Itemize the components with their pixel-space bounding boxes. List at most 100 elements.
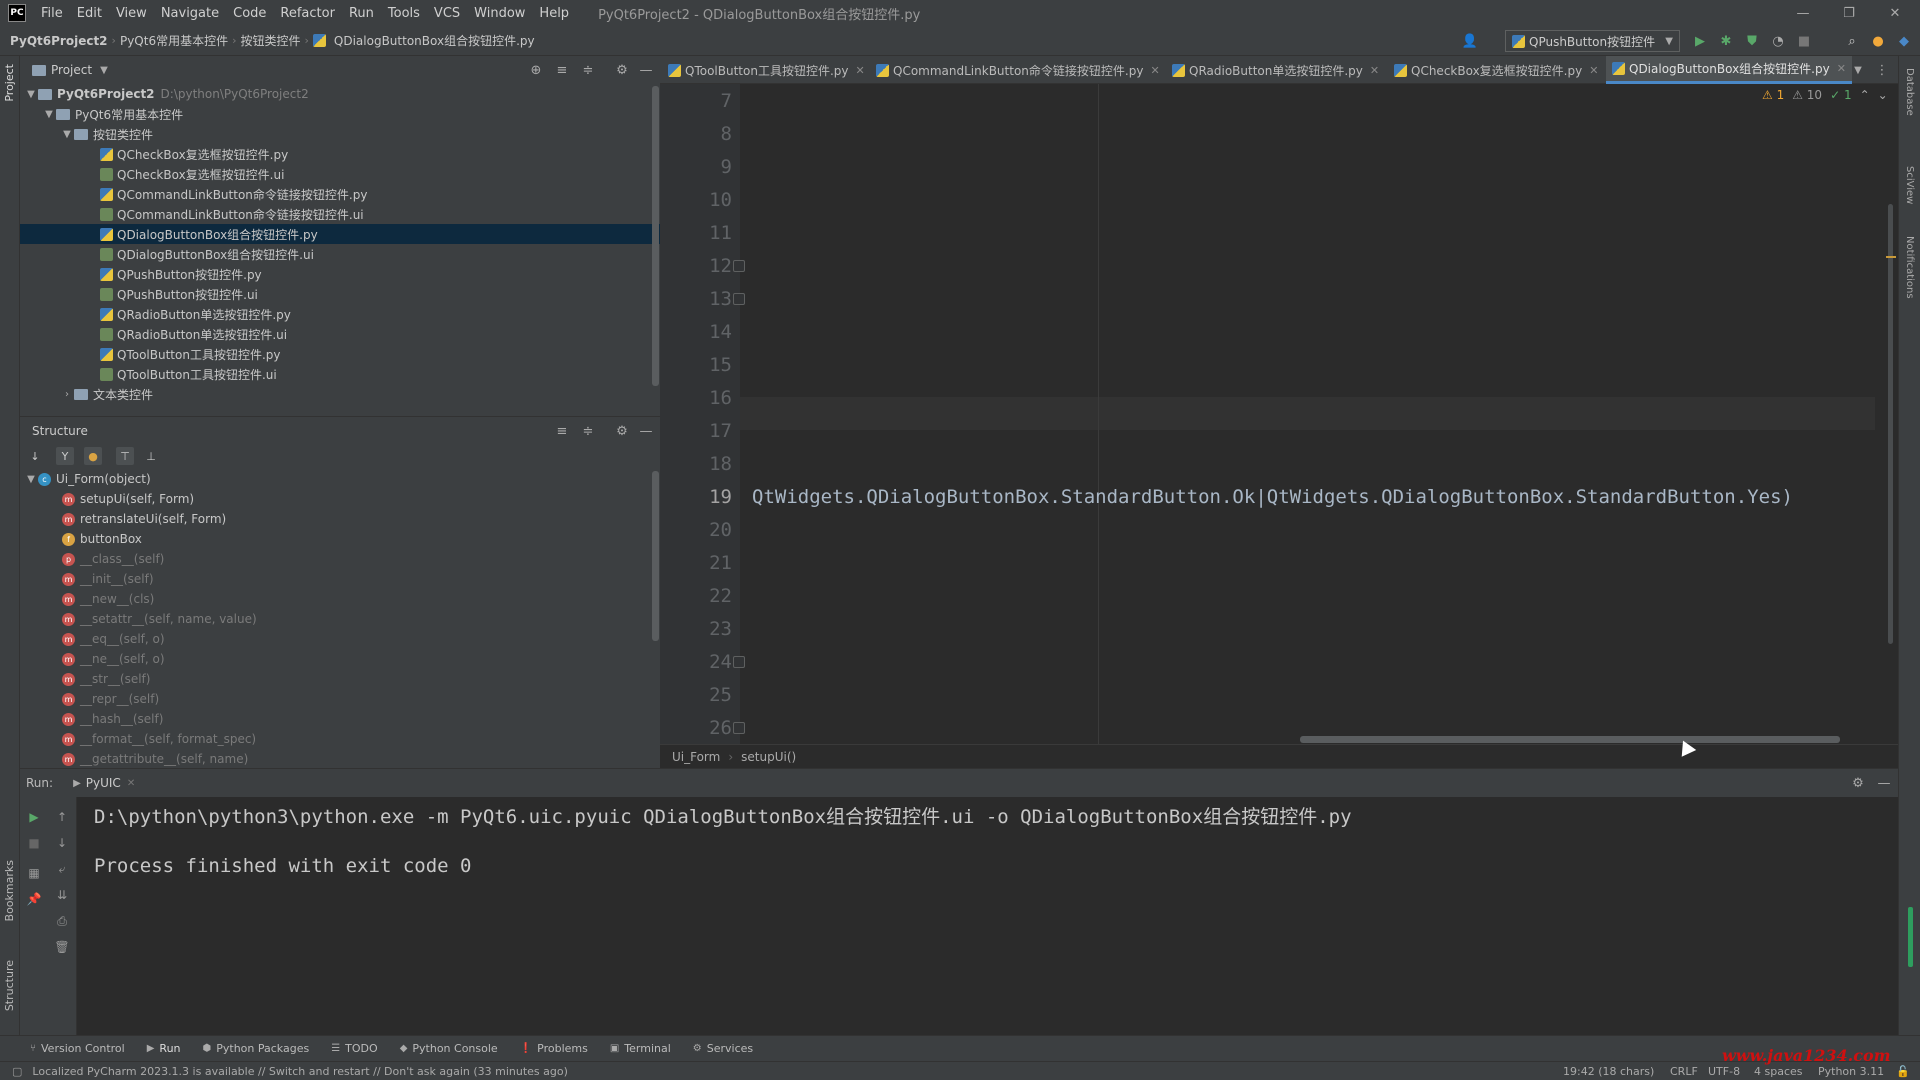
nav-crumb-project[interactable]: PyQt6Project2 bbox=[6, 34, 112, 48]
close-icon[interactable]: ✕ bbox=[1872, 0, 1918, 26]
gear-icon[interactable]: ⚙ bbox=[1850, 775, 1866, 791]
menu-window[interactable]: Window bbox=[467, 6, 532, 21]
debug-icon[interactable]: ✱ bbox=[1718, 33, 1734, 49]
caret-position[interactable]: 19:42 (18 chars) bbox=[1563, 1062, 1654, 1080]
fold-marker-icon[interactable] bbox=[733, 722, 745, 734]
hide-icon[interactable]: — bbox=[1876, 775, 1892, 791]
tree-file[interactable]: QToolButton工具按钮控件.ui bbox=[100, 364, 277, 384]
breadcrumb-method[interactable]: setupUi() bbox=[741, 750, 796, 764]
menu-view[interactable]: View bbox=[109, 6, 154, 21]
project-panel-title[interactable]: Project bbox=[51, 63, 92, 77]
python-console-tool[interactable]: ◆ Python Console bbox=[400, 1042, 498, 1055]
show-fields-icon[interactable]: ● bbox=[84, 447, 102, 465]
hide-icon[interactable]: — bbox=[638, 423, 654, 439]
code-editor[interactable]: 7 8 9 10 11 12 13 14 15 16 17 18 19 20 2… bbox=[660, 84, 1898, 744]
chevron-down-icon[interactable]: ▼ bbox=[1850, 62, 1866, 78]
run-icon[interactable]: ▶ bbox=[1692, 33, 1708, 49]
console-scrollbar[interactable] bbox=[1908, 907, 1913, 967]
tree-node-folder-collapsed[interactable]: › 文本类控件 bbox=[60, 384, 153, 404]
chevron-down-icon[interactable]: ▼ bbox=[60, 129, 74, 140]
tree-file[interactable]: QCheckBox复选框按钮控件.py bbox=[100, 144, 288, 164]
structure-member[interactable]: m __setattr__(self, name, value) bbox=[62, 609, 257, 629]
print-icon[interactable]: ⎙ bbox=[54, 913, 70, 929]
menu-code[interactable]: Code bbox=[226, 6, 273, 21]
show-inherited-icon[interactable]: Y bbox=[56, 447, 74, 465]
hide-icon[interactable]: — bbox=[638, 62, 654, 78]
status-message[interactable]: Localized PyCharm 2023.1.3 is available … bbox=[32, 1065, 568, 1078]
chevron-down-icon[interactable]: ⌄ bbox=[1878, 88, 1888, 102]
tree-node-folder[interactable]: ▼ PyQt6常用基本控件 bbox=[42, 104, 183, 124]
filter-icon[interactable]: ⊤ bbox=[116, 447, 134, 465]
database-tool-button[interactable]: Database bbox=[1904, 68, 1915, 116]
bookmarks-tool-button[interactable]: Bookmarks bbox=[3, 860, 16, 921]
minimize-icon[interactable]: — bbox=[1780, 0, 1826, 26]
menu-vcs[interactable]: VCS bbox=[427, 6, 467, 21]
structure-member[interactable]: m __new__(cls) bbox=[62, 589, 154, 609]
nav-crumb-subfolder[interactable]: 按钮类控件 bbox=[236, 32, 304, 49]
terminal-tool[interactable]: ▣ Terminal bbox=[610, 1042, 671, 1055]
menu-file[interactable]: File bbox=[34, 6, 70, 21]
editor-tab[interactable]: QCommandLinkButton命令链接按钮控件.py ✕ bbox=[870, 56, 1166, 84]
tree-node-subfolder[interactable]: ▼ 按钮类控件 bbox=[60, 124, 153, 144]
menu-refactor[interactable]: Refactor bbox=[273, 6, 342, 21]
fold-marker-icon[interactable] bbox=[733, 293, 745, 305]
tree-file-selected[interactable]: QDialogButtonBox组合按钮控件.py bbox=[20, 224, 660, 244]
structure-member[interactable]: m retranslateUi(self, Form) bbox=[62, 509, 226, 529]
structure-member[interactable]: m __format__(self, format_spec) bbox=[62, 729, 256, 749]
menu-help[interactable]: Help bbox=[532, 6, 576, 21]
editor-scrollbar[interactable] bbox=[1888, 204, 1893, 644]
locate-icon[interactable]: ⊕ bbox=[528, 62, 544, 78]
chevron-right-icon[interactable]: › bbox=[60, 389, 74, 400]
run-tab[interactable]: PyUIC bbox=[86, 776, 121, 790]
structure-member[interactable]: m __getattribute__(self, name) bbox=[62, 749, 248, 769]
run-tool[interactable]: ▶ Run bbox=[147, 1042, 181, 1055]
structure-member[interactable]: m __eq__(self, o) bbox=[62, 629, 165, 649]
run-configuration-select[interactable]: QPushButton按钮控件 ▼ bbox=[1505, 30, 1680, 52]
tree-file[interactable]: QCommandLinkButton命令链接按钮控件.ui bbox=[100, 204, 364, 224]
menu-edit[interactable]: Edit bbox=[70, 6, 109, 21]
close-tab-icon[interactable]: ✕ bbox=[855, 64, 864, 77]
chevron-down-icon[interactable]: ▼ bbox=[100, 65, 108, 76]
fold-marker-icon[interactable] bbox=[733, 656, 745, 668]
structure-member[interactable]: m __init__(self) bbox=[62, 569, 154, 589]
scroll-to-end-icon[interactable]: ⇊ bbox=[54, 887, 70, 903]
structure-member[interactable]: m __ne__(self, o) bbox=[62, 649, 165, 669]
sciview-tool-button[interactable]: SciView bbox=[1904, 166, 1915, 204]
tree-file[interactable]: QCheckBox复选框按钮控件.ui bbox=[100, 164, 284, 184]
structure-member[interactable]: f buttonBox bbox=[62, 529, 142, 549]
menu-navigate[interactable]: Navigate bbox=[154, 6, 226, 21]
editor-gutter[interactable]: 7 8 9 10 11 12 13 14 15 16 17 18 19 20 2… bbox=[660, 84, 745, 744]
fold-marker-icon[interactable] bbox=[733, 260, 745, 272]
nav-crumb-file[interactable]: QDialogButtonBox组合按钮控件.py bbox=[330, 32, 539, 49]
gear-icon[interactable]: ⚙ bbox=[614, 62, 630, 78]
user-icon[interactable]: 👤 bbox=[1462, 33, 1478, 49]
tree-file[interactable]: QRadioButton单选按钮控件.py bbox=[100, 304, 291, 324]
close-tab-icon[interactable]: ✕ bbox=[1837, 62, 1846, 75]
tree-file[interactable]: QRadioButton单选按钮控件.ui bbox=[100, 324, 287, 344]
todo-tool[interactable]: ☰ TODO bbox=[331, 1042, 377, 1055]
chevron-down-icon[interactable]: ▼ bbox=[24, 89, 38, 100]
editor-tab[interactable]: QRadioButton单选按钮控件.py ✕ bbox=[1166, 56, 1385, 84]
coverage-icon[interactable]: ⛊ bbox=[1744, 33, 1760, 49]
menu-run[interactable]: Run bbox=[342, 6, 381, 21]
error-stripe-mark[interactable] bbox=[1886, 256, 1896, 258]
tree-file[interactable]: QDialogButtonBox组合按钮控件.ui bbox=[100, 244, 314, 264]
project-tool-button[interactable]: Project bbox=[3, 64, 16, 102]
stop-icon[interactable]: ■ bbox=[1796, 33, 1812, 49]
inspection-widget[interactable]: ⚠ 1 ⚠ 10 ✓ 1 ⌃ ⌄ bbox=[1762, 88, 1888, 102]
status-square-icon[interactable]: ▢ bbox=[12, 1065, 22, 1078]
soft-wrap-icon[interactable]: ⤶ bbox=[54, 861, 70, 877]
stop-icon[interactable]: ■ bbox=[26, 835, 42, 851]
expand-all-icon[interactable]: ≡ bbox=[554, 62, 570, 78]
notifications-tool-button[interactable]: Notifications bbox=[1904, 236, 1915, 299]
expand-all-icon[interactable]: ≡ bbox=[554, 423, 570, 439]
restore-icon[interactable]: ❐ bbox=[1826, 0, 1872, 26]
layout-icon[interactable]: ▦ bbox=[26, 865, 42, 881]
down-icon[interactable]: ↓ bbox=[54, 835, 70, 851]
tree-file[interactable]: QToolButton工具按钮控件.py bbox=[100, 344, 280, 364]
structure-member[interactable]: m __str__(self) bbox=[62, 669, 150, 689]
gear-icon[interactable]: ⚙ bbox=[614, 423, 630, 439]
editor-tab-active[interactable]: QDialogButtonBox组合按钮控件.py ✕ bbox=[1606, 56, 1852, 84]
tree-node-root[interactable]: ▼ PyQt6Project2 D:\python\PyQt6Project2 bbox=[24, 84, 654, 104]
lock-icon[interactable]: 🔓 bbox=[1896, 1062, 1910, 1080]
